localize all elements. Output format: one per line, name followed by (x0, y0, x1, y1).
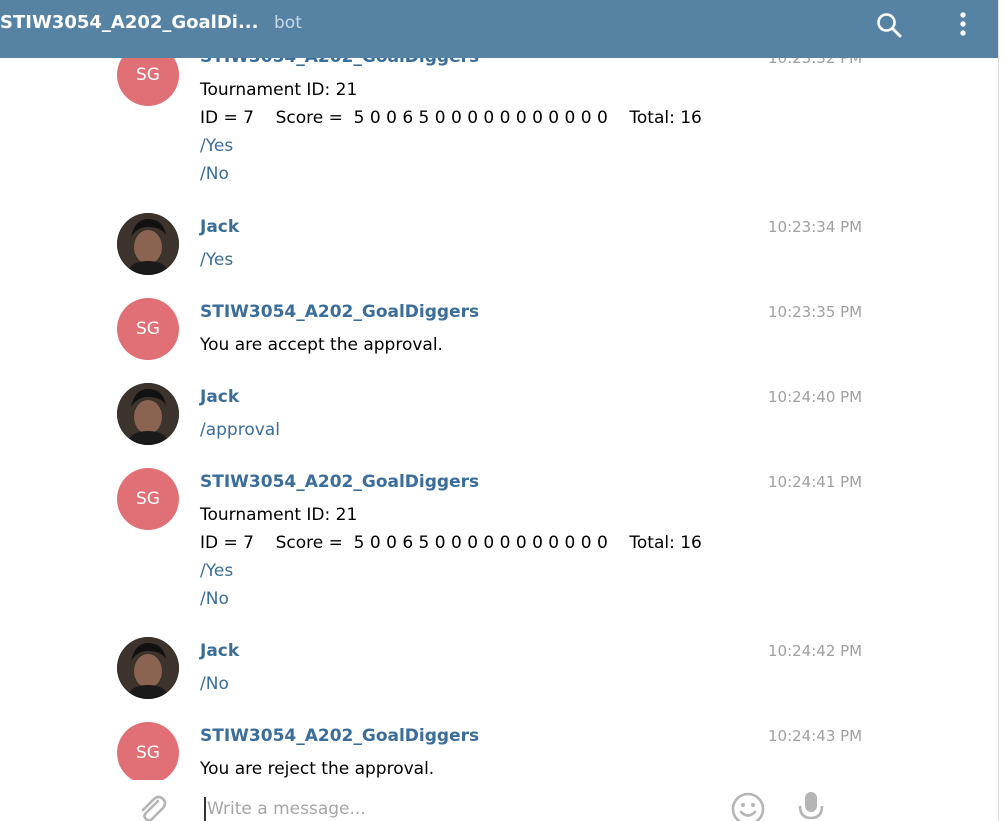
chat-header: STIW3054_A202_GoalDi... bot (0, 0, 998, 58)
avatar[interactable]: SG (117, 722, 179, 780)
message-text: You are reject the approval. (200, 759, 435, 779)
user-photo-icon (117, 383, 179, 445)
search-icon[interactable] (874, 10, 904, 40)
user-photo-icon (117, 637, 179, 699)
smile-icon[interactable] (731, 792, 765, 821)
message-sender[interactable]: STIW3054_A202_GoalDiggers (200, 302, 479, 322)
message-time: 10:23:32 PM (768, 58, 863, 67)
message-text[interactable]: /No (200, 674, 229, 694)
message: Jack 10:23:34 PM /Yes (0, 213, 998, 283)
message-time: 10:24:43 PM (768, 727, 863, 745)
message-time: 10:23:34 PM (768, 218, 863, 236)
message-list[interactable]: SG STIW3054_A202_GoalDiggers 10:23:32 PM… (0, 58, 998, 780)
message: SG STIW3054_A202_GoalDiggers 10:24:41 PM… (0, 468, 998, 618)
message-input[interactable] (204, 797, 704, 821)
paperclip-icon[interactable] (135, 792, 167, 821)
message-sender[interactable]: STIW3054_A202_GoalDiggers (200, 472, 479, 492)
message-text: Tournament ID: 21 (200, 505, 358, 525)
avatar[interactable] (117, 213, 179, 275)
avatar[interactable] (117, 383, 179, 445)
message: Jack 10:24:42 PM /No (0, 637, 998, 707)
more-vertical-icon[interactable] (948, 10, 978, 40)
bot-command-link[interactable]: /Yes (200, 136, 233, 156)
message-text: You are accept the approval. (200, 335, 443, 355)
message-time: 10:23:35 PM (768, 303, 863, 321)
message: SG STIW3054_A202_GoalDiggers 10:23:32 PM… (0, 58, 998, 194)
message-sender[interactable]: STIW3054_A202_GoalDiggers (200, 726, 479, 746)
scrollbar[interactable] (998, 0, 1006, 821)
bot-command-link[interactable]: /No (200, 164, 229, 184)
user-photo-icon (117, 213, 179, 275)
message-sender[interactable]: Jack (200, 217, 239, 237)
message-text: Tournament ID: 21 (200, 80, 358, 100)
message: SG STIW3054_A202_GoalDiggers 10:23:35 PM… (0, 298, 998, 368)
avatar[interactable] (117, 637, 179, 699)
message-sender[interactable]: Jack (200, 387, 239, 407)
bot-command-link[interactable]: /Yes (200, 561, 233, 581)
message-sender[interactable]: STIW3054_A202_GoalDiggers (200, 58, 479, 67)
message-time: 10:24:40 PM (768, 388, 863, 406)
chat-subtitle: bot (274, 13, 302, 33)
avatar[interactable]: SG (117, 298, 179, 360)
avatar[interactable]: SG (117, 58, 179, 106)
avatar[interactable]: SG (117, 468, 179, 530)
message: SG STIW3054_A202_GoalDiggers 10:24:43 PM… (0, 722, 998, 780)
chat-title[interactable]: STIW3054_A202_GoalDi... (0, 12, 258, 33)
message-time: 10:24:41 PM (768, 473, 863, 491)
bot-command-link[interactable]: /No (200, 589, 229, 609)
microphone-icon[interactable] (797, 790, 825, 821)
message-text[interactable]: /Yes (200, 250, 233, 270)
message-sender[interactable]: Jack (200, 641, 239, 661)
message-text[interactable]: /approval (200, 420, 280, 440)
message-text: ID = 7 Score = 5 0 0 6 5 0 0 0 0 0 0 0 0… (200, 533, 702, 553)
message-time: 10:24:42 PM (768, 642, 863, 660)
message: Jack 10:24:40 PM /approval (0, 383, 998, 453)
message-text: ID = 7 Score = 5 0 0 6 5 0 0 0 0 0 0 0 0… (200, 108, 702, 128)
